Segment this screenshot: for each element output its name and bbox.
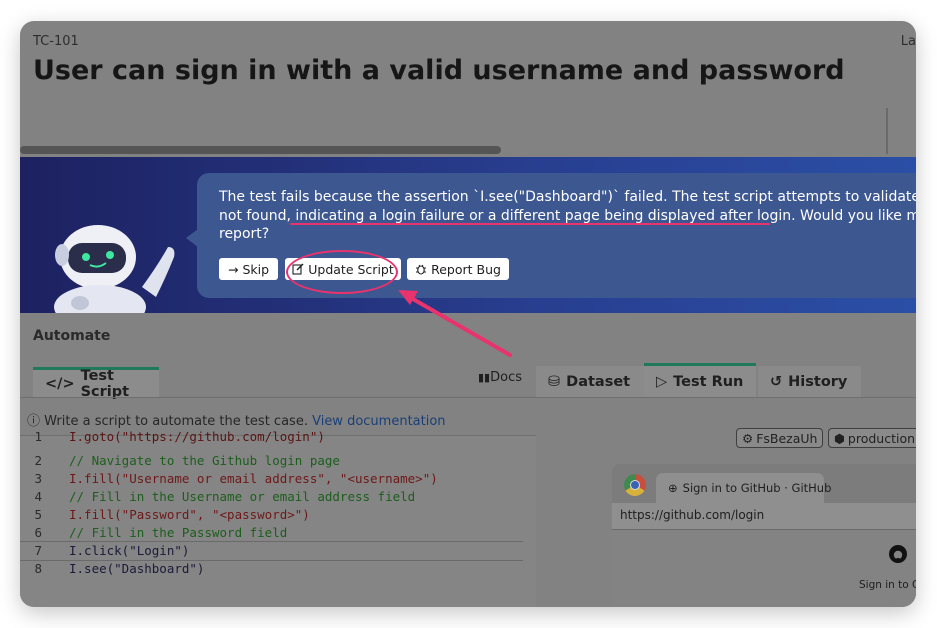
skip-button[interactable]: → Skip: [219, 258, 278, 280]
line-number: 6: [34, 524, 42, 540]
tab-dataset[interactable]: ⛁ Dataset: [536, 366, 644, 397]
line-number: 8: [34, 560, 42, 576]
report-bug-label: Report Bug: [431, 261, 501, 277]
docs-label: Docs: [490, 370, 522, 385]
chrome-icon: [624, 474, 646, 496]
message-line-3: report?: [219, 226, 270, 242]
code-text: I.see("Dashboard"): [69, 560, 205, 576]
tab-divider: [20, 397, 537, 398]
automate-heading: Automate: [33, 328, 111, 344]
app-window: TC-101 La User can sign in with a valid …: [20, 21, 916, 607]
skip-label: Skip: [242, 261, 270, 277]
annotation-circle: [286, 250, 398, 294]
run-id-label: FsBezaUh: [756, 430, 818, 446]
globe-icon: ⊕: [668, 481, 678, 495]
code-text: // Fill in the Username or email address…: [69, 488, 416, 504]
code-editor[interactable]: 1 I.goto("https://github.com/login") 2 /…: [20, 429, 536, 607]
history-icon: ↺: [770, 373, 783, 390]
message-highlight: indicating a login failure or a differen…: [295, 207, 792, 224]
tab-test-script-label: Test Script: [80, 367, 130, 400]
view-documentation-link[interactable]: View documentation: [312, 414, 445, 429]
code-text: I.click("Login"): [69, 542, 190, 558]
divider: [886, 108, 888, 154]
tab-history-label: History: [788, 373, 848, 390]
line-number: 4: [34, 488, 42, 504]
line-number: 2: [34, 452, 42, 468]
browser-tab[interactable]: ⊕ Sign in to GitHub · GitHub: [656, 473, 831, 503]
robot-mascot-icon: [54, 225, 175, 313]
horizontal-scrollbar[interactable]: [20, 146, 501, 154]
environment-chip: ⬢ production: [828, 428, 916, 448]
code-text: I.goto("https://github.com/login"): [69, 428, 325, 444]
database-icon: ⛁: [548, 373, 561, 390]
message-line-1: The test fails because the assertion `I.…: [219, 189, 916, 205]
message-line-2-post: . Would you like me to: [791, 207, 916, 224]
annotation-underline: [290, 223, 770, 225]
github-signin-text: Sign in to G: [859, 579, 916, 591]
code-text: I.fill("Username or email address", "<us…: [69, 470, 438, 486]
script-info: ⓘ Write a script to automate the test ca…: [27, 410, 446, 429]
play-icon: ▷: [656, 373, 668, 390]
tab-test-script[interactable]: </> Test Script: [33, 367, 159, 400]
run-id-chip: ⚙ FsBezaUh: [736, 428, 824, 448]
line-number: 7: [34, 542, 42, 558]
test-case-id: TC-101: [33, 34, 79, 49]
code-text: // Navigate to the Github login page: [69, 452, 340, 468]
report-bug-button[interactable]: Report Bug: [407, 258, 509, 280]
info-icon: ⓘ: [27, 414, 41, 429]
line-number: 3: [34, 470, 42, 486]
arrow-right-icon: →: [227, 261, 239, 277]
page-title: User can sign in with a valid username a…: [33, 55, 845, 86]
browser-tab-title: Sign in to GitHub · GitHub: [682, 481, 832, 495]
code-text: I.fill("Password", "<password>"): [69, 506, 310, 522]
tab-divider: [536, 397, 916, 398]
tab-history[interactable]: ↺ History: [758, 366, 861, 397]
tab-dataset-label: Dataset: [566, 373, 631, 390]
environment-label: production: [847, 430, 916, 446]
code-text: // Fill in the Password field: [69, 524, 288, 540]
script-panel: </> Test Script ▮▮Docs ⓘ Write a script …: [20, 367, 537, 607]
url-text: https://github.com/login: [620, 508, 765, 522]
address-bar[interactable]: https://github.com/login: [612, 503, 916, 530]
tab-test-run[interactable]: ▷ Test Run: [644, 363, 756, 397]
ai-message: The test fails because the assertion `I.…: [219, 188, 916, 244]
tab-test-run-label: Test Run: [673, 373, 744, 390]
header-right-text: La: [900, 34, 916, 49]
settings-icon: ⚙: [742, 430, 754, 446]
annotation-arrow-icon: [398, 290, 512, 357]
run-panel: ⛁ Dataset ▷ Test Run ↺ History ⚙ FsBezaU…: [536, 361, 916, 607]
line-number: 1: [34, 428, 42, 444]
browser-preview: ⊕ Sign in to GitHub · GitHub https://git…: [612, 464, 916, 607]
line-number: 5: [34, 506, 42, 522]
cube-icon: ⬢: [834, 430, 845, 446]
browser-page: Sign in to G: [612, 530, 916, 607]
book-icon: ▮▮: [478, 371, 491, 384]
info-text: Write a script to automate the test case…: [44, 414, 308, 429]
github-icon: [889, 545, 907, 563]
bug-icon: [416, 264, 427, 275]
code-icon: </>: [45, 375, 75, 392]
docs-link[interactable]: ▮▮Docs: [478, 370, 522, 385]
message-line-2-pre: not found,: [219, 207, 296, 224]
